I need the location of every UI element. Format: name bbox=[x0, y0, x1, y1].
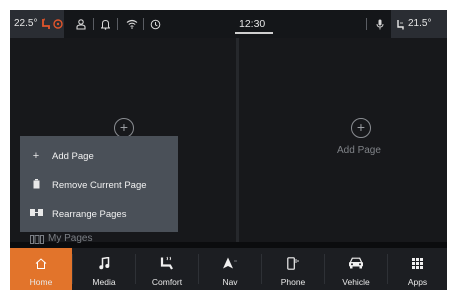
page-options-menu: + Add Page Remove Current Page Rearrange… bbox=[20, 136, 178, 232]
menu-item-add-page[interactable]: + Add Page bbox=[20, 142, 178, 170]
nav-label: Apps bbox=[407, 277, 428, 287]
bell-icon[interactable] bbox=[101, 10, 110, 38]
add-circle-icon[interactable]: + bbox=[114, 118, 134, 138]
my-pages-bar: My Pages bbox=[10, 232, 447, 251]
nav-nav[interactable]: Nav bbox=[199, 248, 261, 290]
add-page-label[interactable]: Add Page bbox=[337, 145, 381, 156]
right-temperature[interactable]: 21.5° bbox=[408, 10, 431, 38]
plus-icon: + bbox=[32, 150, 40, 162]
wifi-icon[interactable] bbox=[126, 10, 138, 38]
rearrange-icon bbox=[28, 208, 44, 220]
microphone-icon[interactable] bbox=[376, 10, 384, 38]
trash-icon bbox=[28, 178, 44, 192]
nav-home[interactable]: Home bbox=[10, 248, 72, 290]
nav-label: Nav bbox=[222, 277, 238, 287]
navigation-arrow-icon bbox=[199, 255, 261, 271]
pages-icon[interactable] bbox=[30, 235, 44, 244]
infotainment-screen: 22.5° 12:30 21.5° + + Add Page + Add Pag… bbox=[10, 10, 447, 290]
steering-wheel-heat-icon[interactable] bbox=[53, 10, 63, 38]
menu-item-label: Rearrange Pages bbox=[52, 208, 127, 220]
phone-icon bbox=[262, 255, 324, 271]
nav-label: Vehicle bbox=[342, 277, 370, 287]
home-icon bbox=[10, 255, 72, 271]
status-bar: 22.5° 12:30 21.5° bbox=[10, 10, 447, 38]
seat-icon[interactable] bbox=[396, 10, 405, 38]
left-temperature[interactable]: 22.5° bbox=[14, 10, 37, 38]
nav-label: Home bbox=[29, 277, 53, 287]
grid-icon bbox=[388, 255, 447, 271]
add-circle-icon[interactable]: + bbox=[351, 118, 371, 138]
nav-media[interactable]: Media bbox=[73, 248, 135, 290]
nav-label: Media bbox=[92, 277, 116, 287]
bottom-nav: Home Media Comfort Nav Phone Vehicle App… bbox=[10, 248, 447, 290]
nav-apps[interactable]: Apps bbox=[388, 248, 447, 290]
music-note-icon bbox=[73, 255, 135, 271]
user-icon[interactable] bbox=[76, 10, 86, 38]
comfort-seat-icon bbox=[136, 255, 198, 271]
menu-item-rearrange-pages[interactable]: Rearrange Pages bbox=[20, 200, 178, 228]
my-pages-button[interactable]: My Pages bbox=[48, 233, 92, 244]
heated-seat-icon[interactable] bbox=[41, 10, 52, 38]
menu-item-remove-current-page[interactable]: Remove Current Page bbox=[20, 171, 178, 199]
nav-label: Phone bbox=[280, 277, 306, 287]
menu-item-label: Remove Current Page bbox=[52, 179, 147, 191]
page-right[interactable]: + Add Page bbox=[239, 38, 447, 242]
timer-icon[interactable] bbox=[150, 10, 161, 38]
menu-item-label: Add Page bbox=[52, 150, 94, 162]
nav-vehicle[interactable]: Vehicle bbox=[325, 248, 387, 290]
nav-phone[interactable]: Phone bbox=[262, 248, 324, 290]
car-icon bbox=[325, 255, 387, 271]
nav-label: Comfort bbox=[151, 277, 183, 287]
nav-comfort[interactable]: Comfort bbox=[136, 248, 198, 290]
